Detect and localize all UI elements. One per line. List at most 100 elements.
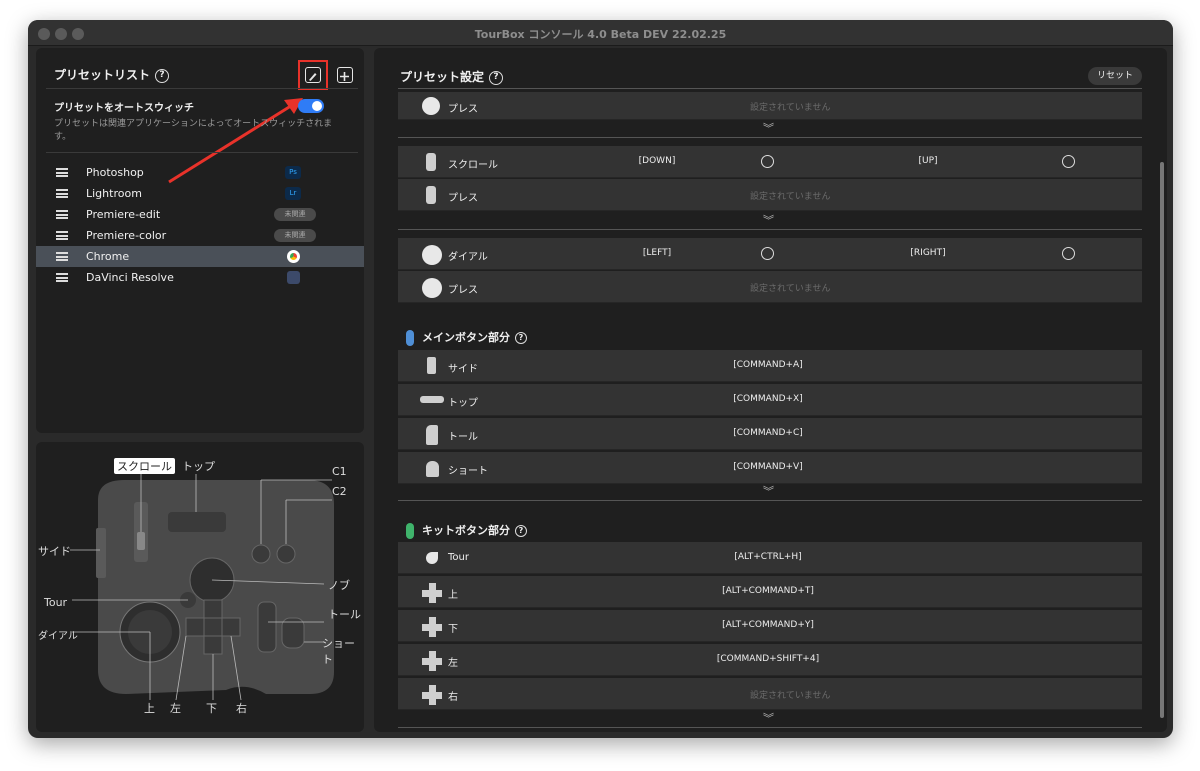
drag-handle-icon[interactable]: [56, 210, 68, 219]
dial-icon: [422, 278, 442, 298]
scroll-down-value[interactable]: [DOWN]: [612, 156, 702, 166]
chrome-icon: [287, 250, 300, 263]
knob-press-row[interactable]: プレス 設定されていません: [398, 92, 1142, 120]
dpad-right-icon: [422, 685, 442, 705]
preset-settings-title: プリセット設定: [400, 70, 485, 84]
tour-button-icon: [426, 552, 438, 564]
chevron-down-icon: ︾: [763, 122, 774, 135]
label-short: ショート: [322, 637, 355, 666]
scroll-press-row[interactable]: プレス 設定されていません: [398, 179, 1142, 211]
drag-handle-icon[interactable]: [56, 189, 68, 198]
not-set-text: 設定されていません: [750, 103, 831, 113]
preset-item-davinci-resolve[interactable]: DaVinci Resolve: [36, 267, 364, 288]
expand-toggle[interactable]: ︾: [398, 485, 1142, 501]
dial-right-value[interactable]: [RIGHT]: [888, 248, 968, 258]
expand-toggle[interactable]: ︾: [398, 712, 1142, 728]
preset-item-photoshop[interactable]: Photoshop Ps: [36, 162, 364, 183]
auto-switch-description: プリセットは関連アプリケーションによってオートスウィッチされます。: [54, 119, 333, 142]
help-icon[interactable]: ?: [489, 70, 504, 85]
device-diagram-panel: スクロール トップ C1 C2 サイド ノブ Tour トール ダイアル ショー…: [36, 442, 364, 732]
drag-handle-icon[interactable]: [56, 231, 68, 240]
unlinked-badge: 未関連: [274, 208, 316, 221]
tall-button-icon: [426, 425, 438, 445]
scrollbar[interactable]: [1160, 162, 1164, 718]
scroll-up-value[interactable]: [UP]: [888, 156, 968, 166]
haptic-feedback-icon[interactable]: [1062, 155, 1075, 168]
not-set-text: 設定されていません: [750, 691, 831, 701]
window-title: TourBox コンソール 4.0 Beta DEV 22.02.25: [474, 28, 727, 41]
add-preset-icon[interactable]: [337, 67, 353, 83]
lightroom-badge: Lr: [285, 187, 301, 200]
section-color-pill: [406, 330, 414, 346]
dial-rotate-row[interactable]: ダイアル [LEFT] [RIGHT]: [398, 238, 1142, 270]
drag-handle-icon[interactable]: [56, 168, 68, 177]
label-tall: トール: [328, 608, 361, 621]
dial-press-row[interactable]: プレス 設定されていません: [398, 271, 1142, 303]
expand-toggle[interactable]: ︾: [398, 214, 1142, 230]
dial-icon: [422, 245, 442, 265]
section-color-pill: [406, 523, 414, 539]
expand-toggle[interactable]: ︾: [398, 122, 1142, 138]
label-left: 左: [170, 702, 181, 715]
kit-left-row[interactable]: 左 [COMMAND+SHIFT+4]: [398, 644, 1142, 676]
kit-down-row[interactable]: 下 [ALT+COMMAND+Y]: [398, 610, 1142, 642]
label-top: トップ: [182, 460, 215, 473]
help-icon[interactable]: ?: [515, 525, 527, 537]
scroll-rotate-row[interactable]: スクロール [DOWN] [UP]: [398, 146, 1142, 178]
dial-left-value[interactable]: [LEFT]: [612, 248, 702, 258]
main-tall-row[interactable]: トール [COMMAND+C]: [398, 418, 1142, 450]
edit-preset-icon[interactable]: [305, 67, 321, 83]
tourbox-device-illustration: [70, 474, 334, 701]
label-right: 右: [236, 702, 247, 715]
preset-item-chrome[interactable]: Chrome: [36, 246, 364, 267]
chevron-down-icon: ︾: [763, 712, 774, 725]
label-c2: C2: [332, 485, 347, 498]
scroll-wheel-icon: [426, 186, 436, 204]
preset-item-lightroom[interactable]: Lightroom Lr: [36, 183, 364, 204]
side-button-icon: [427, 357, 436, 374]
app-window: TourBox コンソール 4.0 Beta DEV 22.02.25 プリセッ…: [28, 20, 1173, 738]
top-button-icon: [420, 396, 444, 403]
preset-item-premiere-color[interactable]: Premiere-color 未関連: [36, 225, 364, 246]
main-top-row[interactable]: トップ [COMMAND+X]: [398, 384, 1142, 416]
dpad-left-icon: [422, 651, 442, 671]
drag-handle-icon[interactable]: [56, 273, 68, 282]
preset-settings-panel: プリセット設定? リセット プレス 設定されていません ︾ スクロール [DOW…: [374, 48, 1167, 732]
not-set-text: 設定されていません: [750, 192, 831, 202]
auto-switch-toggle[interactable]: [298, 99, 324, 113]
main-side-row[interactable]: サイド [COMMAND+A]: [398, 350, 1142, 382]
main-short-row[interactable]: ショート [COMMAND+V]: [398, 452, 1142, 484]
short-button-icon: [426, 461, 439, 477]
dpad-down-icon: [422, 617, 442, 637]
knob-icon: [422, 97, 440, 115]
main-buttons-section-header: メインボタン部分?: [406, 329, 527, 346]
menu-lines-icon[interactable]: [761, 155, 774, 168]
unlinked-badge: 未関連: [274, 229, 316, 242]
kit-tour-row[interactable]: Tour [ALT+CTRL+H]: [398, 542, 1142, 574]
help-icon[interactable]: ?: [155, 68, 170, 83]
label-scroll: スクロール: [114, 458, 175, 474]
dpad-up-icon: [422, 583, 442, 603]
help-icon[interactable]: ?: [515, 332, 527, 344]
kit-buttons-section-header: キットボタン部分?: [406, 522, 527, 539]
label-side: サイド: [38, 545, 71, 558]
label-down: 下: [206, 702, 217, 715]
not-set-text: 設定されていません: [750, 284, 831, 294]
chevron-down-icon: ︾: [763, 214, 774, 227]
chevron-down-icon: ︾: [763, 485, 774, 498]
kit-right-row[interactable]: 右 設定されていません: [398, 678, 1142, 710]
kit-up-row[interactable]: 上 [ALT+COMMAND+T]: [398, 576, 1142, 608]
davinci-icon: [287, 271, 300, 284]
label-tour: Tour: [44, 596, 68, 609]
preset-item-premiere-edit[interactable]: Premiere-edit 未関連: [36, 204, 364, 225]
label-knob: ノブ: [328, 579, 350, 592]
reset-button[interactable]: リセット: [1088, 67, 1142, 85]
photoshop-badge: Ps: [285, 166, 301, 179]
scroll-wheel-icon: [426, 153, 436, 171]
menu-lines-icon[interactable]: [761, 247, 774, 260]
label-c1: C1: [332, 465, 347, 478]
preset-list-panel: プリセットリスト? プリセットをオートスウィッチ プリセットは関連アプリケーショ…: [36, 48, 364, 433]
preset-list-title: プリセットリスト: [54, 68, 151, 82]
drag-handle-icon[interactable]: [56, 252, 68, 261]
haptic-feedback-icon[interactable]: [1062, 247, 1075, 260]
